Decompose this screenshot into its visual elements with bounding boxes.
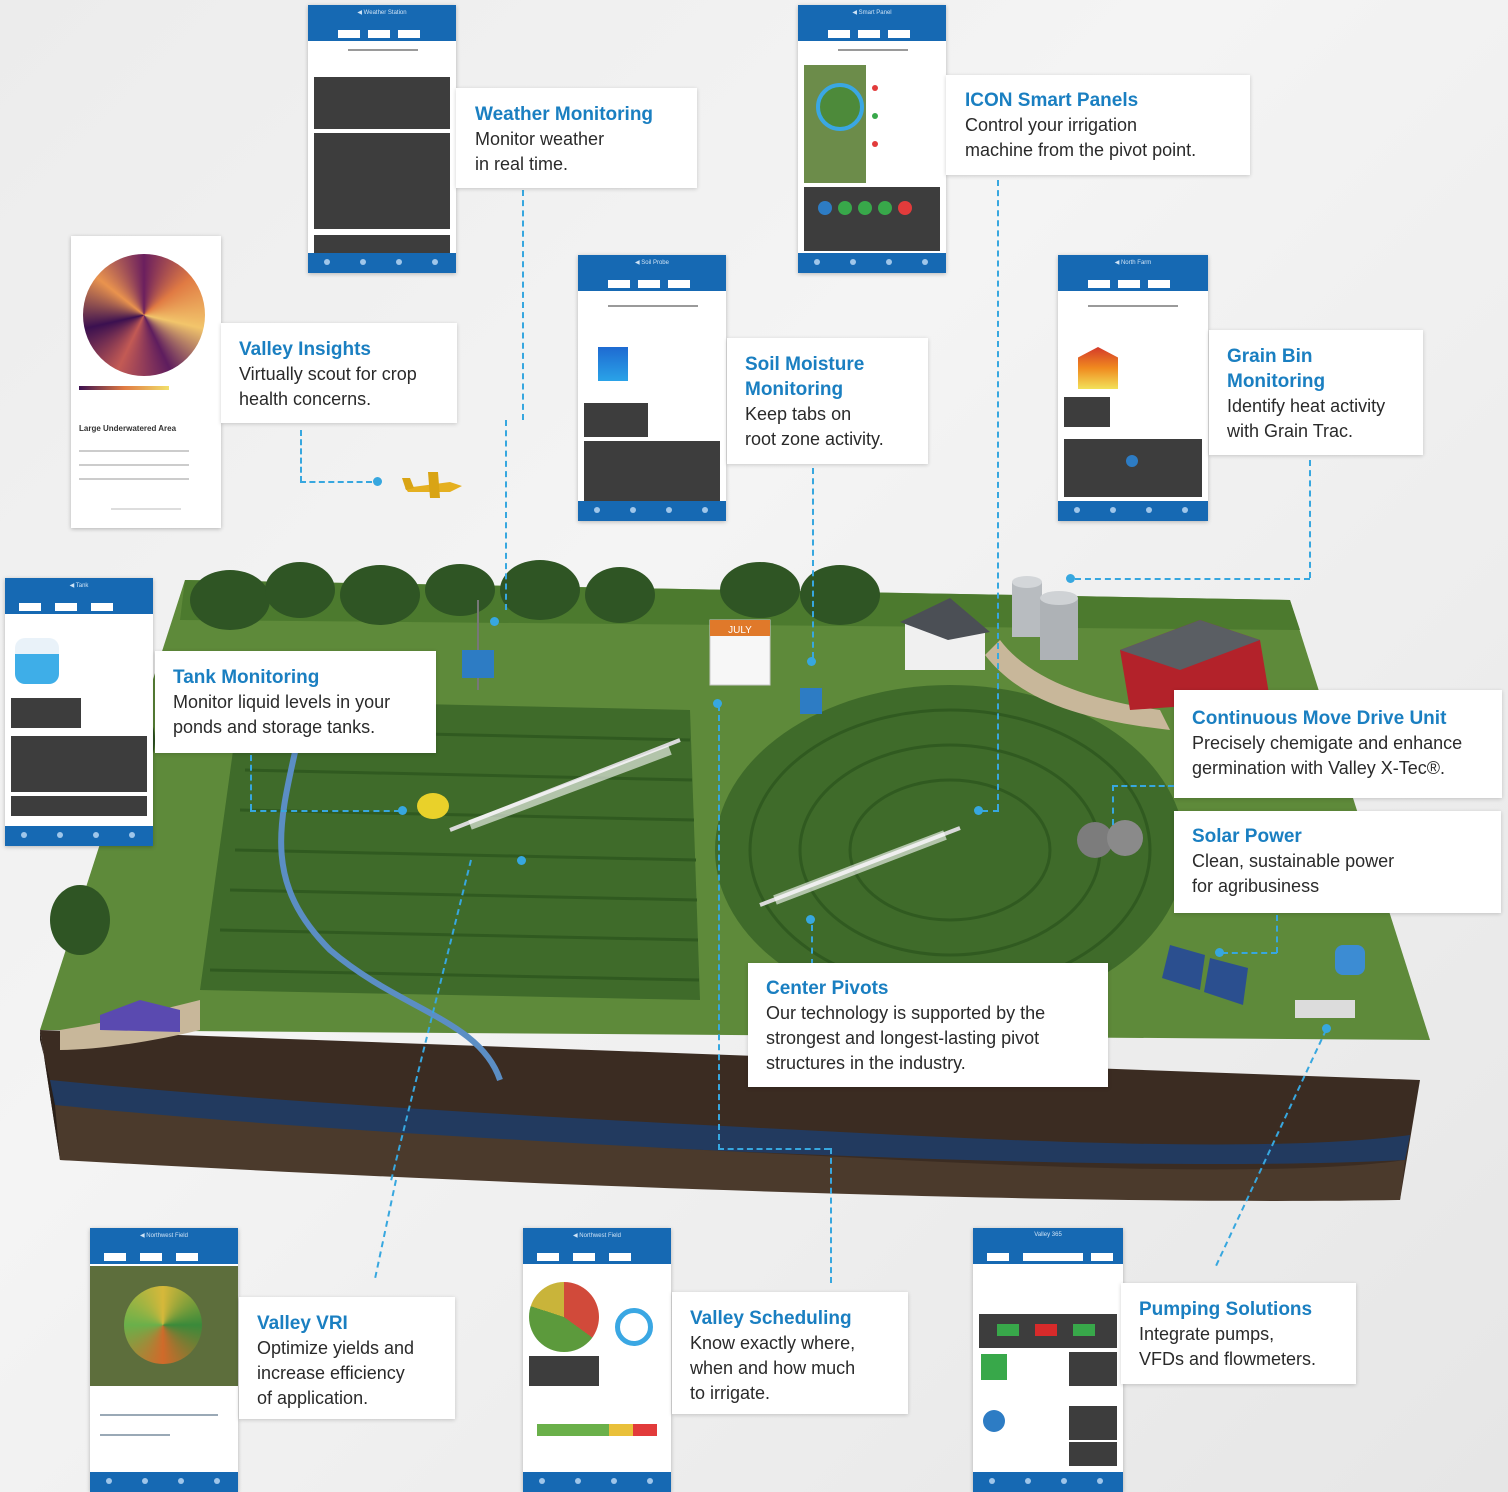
callout-tank-monitoring: Tank Monitoring Monitor liquid levels in… [155, 651, 436, 753]
callout-icon-smart-panels: ICON Smart Panels Control your irrigatio… [946, 75, 1250, 175]
callout-title: Tank Monitoring [173, 667, 320, 688]
callout-title: Grain Bin Monitoring [1227, 346, 1326, 392]
callout-desc: Identify heat activity with Grain Trac. [1227, 396, 1386, 441]
calendar-month: JULY [728, 625, 752, 636]
grain-bin-app-screenshot: ◀ North Farm [1058, 255, 1208, 521]
callout-valley-scheduling: Valley Scheduling Know exactly where, wh… [672, 1292, 908, 1414]
callout-title: Valley Scheduling [690, 1308, 852, 1329]
callout-desc: Optimize yields and increase efficiency … [257, 1338, 415, 1408]
callout-title: Center Pivots [766, 978, 889, 999]
tank-monitoring-app-screenshot: ◀ Tank [5, 578, 153, 846]
callout-grain-bin: Grain Bin Monitoring Identify heat activ… [1209, 330, 1423, 455]
airplane-icon [402, 472, 462, 498]
callout-desc: Integrate pumps, VFDs and flowmeters. [1139, 1324, 1317, 1369]
callout-solar-power: Solar Power Clean, sustainable power for… [1174, 811, 1501, 913]
callout-title: Continuous Move Drive Unit [1192, 708, 1447, 729]
callout-desc: Know exactly where, when and how much to… [690, 1333, 856, 1403]
callout-title: Pumping Solutions [1139, 1299, 1313, 1320]
callout-pumping-solutions: Pumping Solutions Integrate pumps, VFDs … [1121, 1283, 1356, 1384]
callout-desc: Keep tabs on root zone activity. [745, 404, 884, 449]
callout-center-pivots: Center Pivots Our technology is supporte… [748, 963, 1108, 1087]
callout-weather-monitoring: Weather Monitoring Monitor weather in re… [456, 88, 697, 188]
valley-insights-app-screenshot: Large Underwatered Area [71, 236, 221, 528]
insights-card-title: Large Underwatered Area [79, 424, 177, 433]
callout-desc: Precisely chemigate and enhance germinat… [1192, 733, 1463, 778]
callout-title: Solar Power [1192, 826, 1302, 847]
valley-scheduling-app-screenshot: ◀ Northwest Field [523, 1228, 671, 1492]
soil-moisture-app-screenshot: ◀ Soil Probe [578, 255, 726, 521]
callout-desc: Monitor weather in real time. [475, 129, 605, 174]
callout-title: ICON Smart Panels [965, 90, 1139, 111]
callout-title: Soil Moisture Monitoring [745, 354, 865, 400]
pumping-solutions-app-screenshot: Valley 365 [973, 1228, 1123, 1492]
callout-desc: Clean, sustainable power for agribusines… [1192, 851, 1395, 896]
callout-desc: Virtually scout for crop health concerns… [239, 364, 417, 409]
callout-valley-insights: Valley Insights Virtually scout for crop… [221, 323, 457, 423]
callout-title: Weather Monitoring [475, 104, 654, 125]
callout-soil-moisture: Soil Moisture Monitoring Keep tabs on ro… [727, 338, 928, 464]
callout-title: Valley VRI [257, 1313, 348, 1334]
icon-panel-app-screenshot: ◀ Smart Panel [798, 5, 946, 273]
callout-continuous-move-drive-unit: Continuous Move Drive Unit Precisely che… [1174, 690, 1502, 798]
callout-desc: Our technology is supported by the stron… [766, 1003, 1046, 1073]
callout-title: Valley Insights [239, 339, 371, 360]
callout-valley-vri: Valley VRI Optimize yields and increase … [239, 1297, 455, 1419]
weather-station-app-screenshot: ◀ Weather Station [308, 5, 456, 273]
valley-vri-app-screenshot: ◀ Northwest Field [90, 1228, 238, 1492]
callout-desc: Control your irrigation machine from the… [965, 115, 1197, 160]
callout-desc: Monitor liquid levels in your ponds and … [173, 692, 391, 737]
